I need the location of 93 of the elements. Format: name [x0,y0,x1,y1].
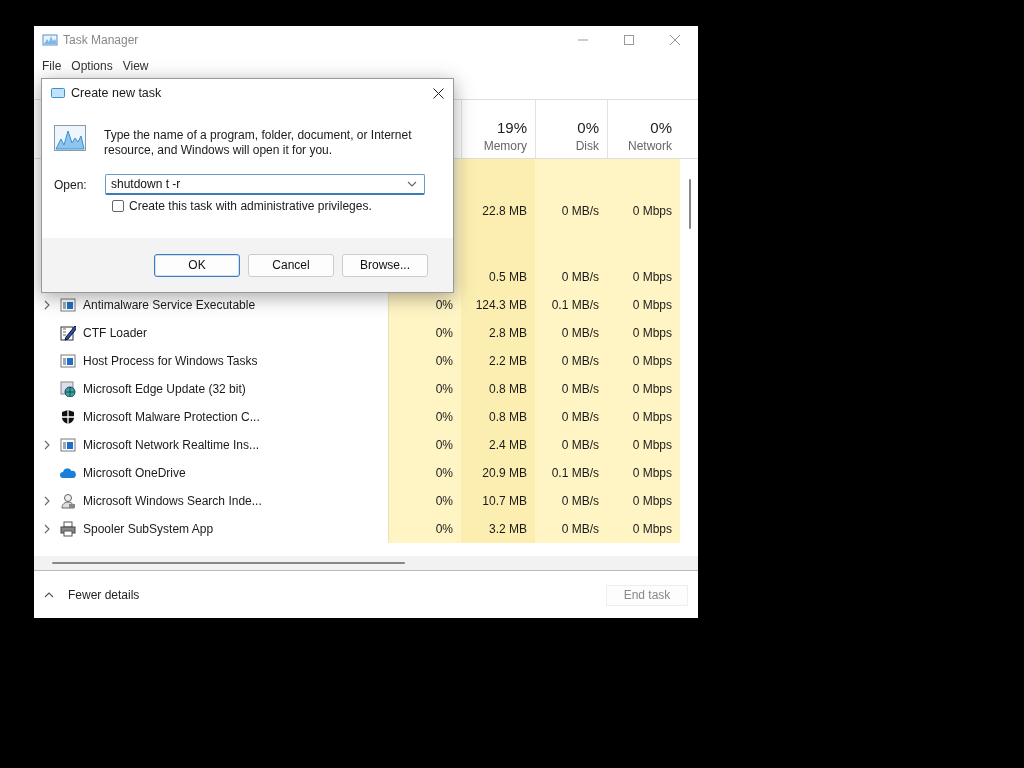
process-name: Microsoft Windows Search Inde... [83,494,262,508]
table-cell: 0 Mbps [607,347,680,375]
cloud-icon [60,465,76,481]
table-cell: 0.8 MB [461,403,535,431]
pen-icon [60,325,76,341]
table-cell: 0 MB/s [535,403,607,431]
printer-icon [60,521,76,537]
ok-button[interactable]: OK [154,253,240,277]
close-icon[interactable] [433,87,444,99]
table-cell: 0 Mbps [607,403,680,431]
dialog-message: Type the name of a program, folder, document, or Internet resource, and Windows will open it for you. [104,128,413,158]
cancel-button[interactable]: Cancel [248,253,334,277]
table-cell: 0 Mbps [607,487,680,515]
table-cell: 0% [388,291,461,319]
expand-icon[interactable] [42,496,52,506]
table-cell: 0% [388,347,461,375]
table-cell: 124.3 MB [461,291,535,319]
table-cell: 0% [388,515,461,543]
table-cell: 0 MB/s [535,319,607,347]
table-cell: 0 Mbps [607,263,680,291]
table-cell: 0.8 MB [461,375,535,403]
window-icon [60,353,76,369]
process-name: Microsoft Network Realtime Ins... [83,438,260,452]
menu-item[interactable]: File [38,59,66,73]
user-icon [60,493,76,509]
table-cell: 22.8 MB [461,197,535,225]
column-header[interactable]: Memory [462,139,527,153]
table-cell: 2.2 MB [461,347,535,375]
dropdown-icon[interactable] [407,179,417,189]
scrollbar-thumb[interactable] [52,562,405,564]
expand-icon[interactable] [42,440,52,450]
column-percent: 0% [649,119,672,136]
table-cell: 0.1 MB/s [535,291,607,319]
fewer-details-link[interactable]: Fewer details [68,588,140,602]
process-name: Spooler SubSystem App [83,522,214,536]
globe-icon [60,381,76,397]
table-cell: 2.8 MB [461,319,535,347]
checkbox-label[interactable]: Create this task with administrative privileges. [129,199,372,213]
column-header[interactable]: Disk [536,139,599,153]
process-name: Microsoft Malware Protection C... [83,410,260,424]
scrollbar-thumb[interactable] [689,179,691,229]
table-cell: 0 Mbps [607,431,680,459]
column-percent: 0% [576,119,599,136]
process-name: Antimalware Service Executable [83,298,256,312]
table-cell: 0 MB/s [535,431,607,459]
table-cell: 0 Mbps [607,291,680,319]
expand-icon[interactable] [42,300,52,310]
table-cell: 0.1 MB/s [535,459,607,487]
process-name: Host Process for Windows Tasks [83,354,258,368]
table-cell: 0 Mbps [607,197,680,225]
table-cell: 20.9 MB [461,459,535,487]
field-label: Open: [54,177,88,192]
table-cell: 3.2 MB [461,515,535,543]
table-cell: 0 Mbps [607,459,680,487]
table-cell: 0 Mbps [607,375,680,403]
table-cell: 0 MB/s [535,347,607,375]
expand-icon[interactable] [42,524,52,534]
menu-item[interactable]: View [118,59,153,73]
table-cell: 0 MB/s [535,197,607,225]
table-cell: 0% [388,487,461,515]
monitor-icon [42,32,58,48]
table-cell: 0 Mbps [607,319,680,347]
process-name: CTF Loader [83,326,148,340]
table-cell: 10.7 MB [461,487,535,515]
window-icon [60,297,76,313]
window-icon [60,437,76,453]
shield-icon [60,409,76,425]
column-header[interactable]: Network [608,139,672,153]
table-cell: 0% [388,319,461,347]
table-cell: 0.5 MB [461,263,535,291]
table-cell: 0% [388,459,461,487]
chevron-up-icon[interactable] [44,590,54,600]
table-cell: 0 MB/s [535,515,607,543]
table-cell: 2.4 MB [461,431,535,459]
window-title: Task Manager [63,33,139,47]
checkbox[interactable] [112,200,124,212]
monitor-icon [54,125,86,151]
column-percent: 19% [495,119,527,136]
table-cell: 0% [388,403,461,431]
menu-item[interactable]: Options [67,59,117,73]
table-cell: 0% [388,431,461,459]
browse-button[interactable]: Browse... [342,253,428,277]
window-icon [51,87,65,99]
table-cell: 0% [388,375,461,403]
dialog-title: Create new task [71,86,162,100]
table-cell: 0 MB/s [535,487,607,515]
maximize-icon[interactable] [623,34,635,46]
process-name: Microsoft OneDrive [83,466,186,480]
table-cell: 0 Mbps [607,515,680,543]
table-cell: 0 MB/s [535,375,607,403]
process-name: Microsoft Edge Update (32 bit) [83,382,246,396]
open-combobox[interactable]: shutdown t -r [105,174,425,195]
table-cell: 0 MB/s [535,263,607,291]
